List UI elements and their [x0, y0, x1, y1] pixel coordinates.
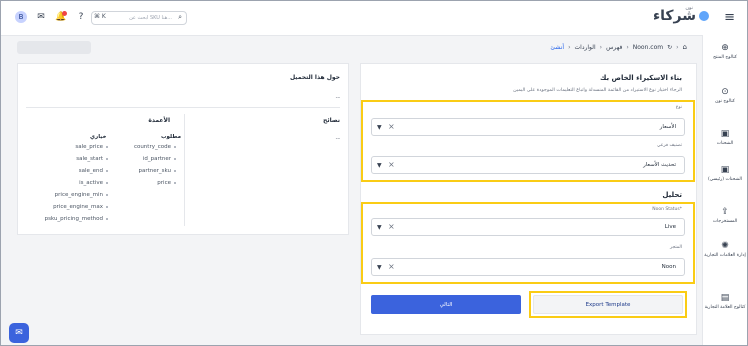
subcategory-select[interactable]: تحديث الأسعار × ▼	[371, 156, 685, 174]
logo-sup: نون	[685, 5, 693, 11]
sidebar-item-brand-catalog[interactable]: ▤ كتالوج العلامة التجارية	[703, 293, 747, 311]
breadcrumb-current: أنشئ	[550, 43, 565, 51]
chevron-icon: ‹	[568, 43, 571, 51]
sidebar: ⊕ كتالوج المنتج ⊙ كتالوج نون ▣ الشحنات ▣…	[702, 35, 747, 345]
about-card: حول هذا التحميل -- نصائح -- الأعمدة مطلو…	[17, 63, 349, 235]
column-divider	[184, 114, 185, 226]
mail-icon[interactable]: ✉	[35, 11, 47, 23]
sidebar-item-brands[interactable]: ✺ إدارة العلامات التجارية	[703, 241, 747, 259]
caret-down-icon[interactable]: ▼	[377, 162, 382, 169]
notification-dot	[62, 11, 67, 16]
home-icon[interactable]: ⌂	[683, 43, 687, 51]
caret-down-icon[interactable]: ▼	[377, 264, 382, 271]
tips-title: نصائح	[323, 117, 340, 124]
sidebar-item-label: كتالوج المنتج	[713, 55, 737, 60]
required-item: id_partner	[143, 156, 176, 162]
type-label: نوع	[675, 105, 682, 110]
subcategory-value: تحديث الأسعار	[643, 162, 676, 168]
required-item: country_code	[134, 144, 176, 150]
brand-catalog-icon: ▤	[720, 293, 730, 303]
shipments-main-icon: ▣	[720, 165, 730, 175]
app-frame: ≡ شركاء نون ابحث عن SKU هنا... ⌕ ⌘ K B ✉…	[0, 0, 748, 346]
chevron-icon: ‹	[626, 43, 629, 51]
required-heading: مطلوب	[161, 134, 181, 140]
status-select[interactable]: Live × ▼	[371, 218, 685, 236]
clear-icon[interactable]: ×	[388, 262, 395, 271]
subcategory-label: تصنيف فرعي	[656, 143, 682, 148]
required-item: partner_sku	[138, 168, 176, 174]
next-button[interactable]: التالي	[371, 295, 521, 314]
top-actions: B ✉ 🔔 ?	[15, 11, 87, 23]
sidebar-item-shipments-main[interactable]: ▣ الشحنات (رئيسي)	[703, 165, 747, 183]
catalog-icon: ⊕	[721, 43, 729, 53]
breadcrumb-item[interactable]: فهرس	[606, 44, 622, 51]
type-value: الأسعار	[659, 124, 676, 130]
sidebar-item-exports[interactable]: ⇪ المستخرجات	[703, 207, 747, 225]
optional-item: price_engine_min	[55, 192, 108, 198]
sidebar-item-label: إدارة العلامات التجارية	[704, 253, 746, 258]
form-description: الرجاء اختيار نوع الاستيراد من القائمة ا…	[513, 88, 682, 93]
search-placeholder: ابحث عن SKU هنا...	[129, 15, 172, 21]
optional-item: psku_pricing_method	[45, 216, 108, 222]
chevron-icon: ‹	[676, 43, 679, 51]
form-title: بناء الاسكيراء الخاص بك	[599, 74, 682, 82]
clear-icon[interactable]: ×	[388, 222, 395, 231]
help-icon[interactable]: ?	[75, 11, 87, 23]
optional-item: sale_end	[79, 168, 108, 174]
breadcrumb: ⌂ ‹ ↻ Noon.com ‹ فهرس ‹ الواردات ‹ أنشئ	[550, 43, 687, 51]
sidebar-item-catalog[interactable]: ⊕ كتالوج المنتج	[703, 43, 747, 61]
noon-catalog-icon: ⊙	[721, 87, 729, 97]
sidebar-item-noon-catalog[interactable]: ⊙ كتالوج نون	[703, 87, 747, 105]
chevron-icon: ‹	[599, 43, 603, 51]
placeholder-bar	[17, 41, 91, 54]
sidebar-item-label: الشحنات (رئيسي)	[708, 177, 742, 182]
clear-icon[interactable]: ×	[388, 122, 395, 131]
chat-icon[interactable]: ✉	[9, 323, 29, 343]
optional-item: sale_start	[76, 156, 108, 162]
export-template-button[interactable]: Export Template	[533, 295, 683, 314]
refresh-icon[interactable]: ↻	[667, 44, 672, 51]
store-select[interactable]: Noon × ▼	[371, 258, 685, 276]
optional-item: is_active	[79, 180, 108, 186]
store-value: Noon	[661, 264, 676, 270]
optional-heading: خياري	[90, 134, 107, 140]
menu-icon[interactable]: ≡	[724, 10, 735, 25]
clear-icon[interactable]: ×	[388, 160, 395, 169]
status-value: Live	[664, 224, 676, 230]
brands-icon: ✺	[721, 241, 729, 251]
sidebar-item-label: الشحنات	[716, 141, 734, 146]
logo-mark-icon	[699, 11, 709, 21]
required-item: price	[157, 180, 176, 186]
about-title: حول هذا التحميل	[289, 74, 340, 81]
columns-title: الأعمدة	[148, 117, 170, 124]
breadcrumb-item[interactable]: Noon.com	[633, 44, 663, 51]
sidebar-item-label: كتالوج نون	[715, 99, 735, 104]
shortcut-hint: ⌘ K	[94, 13, 106, 20]
sidebar-item-label: كتالوج العلامة التجارية	[704, 305, 746, 310]
status-label: Noon Status*	[652, 207, 682, 212]
caret-down-icon[interactable]: ▼	[377, 224, 382, 231]
sidebar-item-shipments[interactable]: ▣ الشحنات	[703, 129, 747, 147]
tips-text: --	[335, 135, 340, 142]
top-bar: ≡ شركاء نون ابحث عن SKU هنا... ⌕ ⌘ K B ✉…	[1, 1, 747, 36]
breadcrumb-item[interactable]: الواردات	[575, 44, 596, 51]
divider	[26, 107, 340, 108]
avatar[interactable]: B	[15, 11, 27, 23]
optional-item: sale_price	[75, 144, 108, 150]
exports-icon: ⇪	[721, 207, 729, 217]
shipments-icon: ▣	[720, 129, 730, 139]
caret-down-icon[interactable]: ▼	[377, 124, 382, 131]
search-icon: ⌕	[178, 13, 182, 21]
type-select[interactable]: الأسعار × ▼	[371, 118, 685, 136]
sidebar-item-label: المستخرجات	[712, 219, 738, 224]
optional-item: price_engine_max	[53, 204, 108, 210]
notification-icon[interactable]: 🔔	[55, 11, 67, 23]
import-form-card: بناء الاسكيراء الخاص بك الرجاء اختيار نو…	[360, 63, 697, 335]
about-text: --	[335, 94, 340, 101]
logo[interactable]: شركاء نون	[653, 5, 709, 24]
store-label: المتجر	[670, 245, 682, 250]
section-title: تحليل	[662, 191, 682, 199]
